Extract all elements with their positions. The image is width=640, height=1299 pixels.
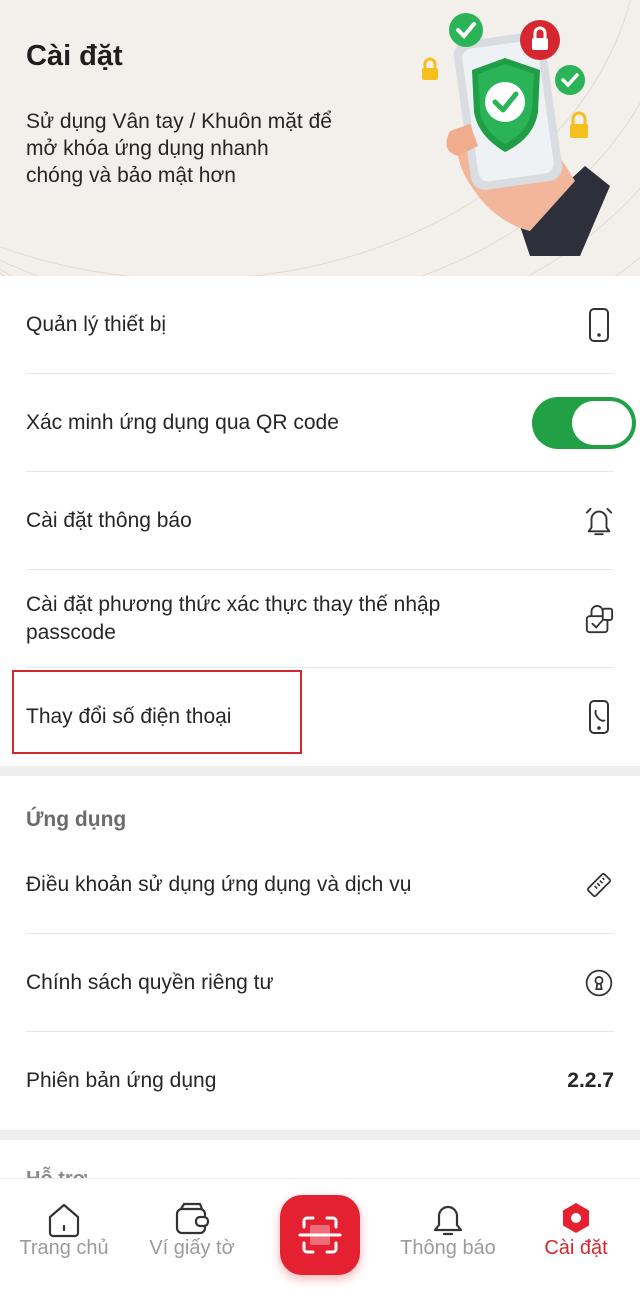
section-separator [0,766,640,776]
page-title: Cài đặt [26,40,123,72]
row-label: Quản lý thiết bị [26,313,167,336]
bell-icon [433,1205,463,1236]
settings-icon [563,1203,589,1233]
alarm-bell-icon [584,501,614,541]
qr-verification-toggle[interactable] [532,397,636,449]
tab-notifications[interactable]: Thông báo [384,1179,512,1299]
tab-wallet[interactable]: Ví giấy tờ [128,1179,256,1299]
bottom-tab-bar: Trang chủ Ví giấy tờ Thông báo Cài đặt [0,1178,640,1299]
scan-icon [298,1216,342,1254]
app-settings-list: Điều khoản sử dụng ứng dụng và dịch vụ C… [0,836,640,1130]
qr-verification-row: Xác minh ứng dụng qua QR code [0,374,640,472]
row-label: Cài đặt thông báo [26,509,192,532]
phone-call-icon [584,697,614,737]
keyhole-icon [584,963,614,1003]
section-separator [0,1130,640,1140]
tab-label: Trang chủ [19,1237,109,1259]
tab-label: Cài đặt [544,1237,608,1259]
page-subtitle: Sử dụng Vân tay / Khuôn mặt để mở khóa ứ… [26,110,332,187]
row-label: Cài đặt phương thức xác thực thay thế nh… [26,593,441,644]
notification-settings-row[interactable]: Cài đặt thông báo [0,472,640,570]
toggle-knob [572,401,632,445]
security-phone-illustration [422,13,610,256]
manage-devices-row[interactable]: Quản lý thiết bị [0,276,640,374]
ruler-icon [584,865,614,905]
app-section-title: Ứng dụng [26,808,127,831]
phone-icon [584,305,614,345]
lock-check-icon [584,599,614,639]
row-label: Chính sách quyền riêng tư [26,971,274,994]
privacy-policy-row[interactable]: Chính sách quyền riêng tư [0,934,640,1032]
scan-button[interactable] [280,1195,360,1275]
wallet-icon [175,1202,210,1235]
highlight-box [12,670,302,754]
row-label: Phiên bản ứng dụng [26,1069,217,1092]
app-version-value: 2.2.7 [567,1069,614,1092]
tab-settings[interactable]: Cài đặt [512,1179,640,1299]
alternative-auth-row[interactable]: Cài đặt phương thức xác thực thay thế nh… [0,570,640,668]
terms-of-use-row[interactable]: Điều khoản sử dụng ứng dụng và dịch vụ [0,836,640,934]
tab-label: Thông báo [400,1237,496,1259]
settings-header-banner: Cài đặt Sử dụng Vân tay / Khuôn mặt để m… [0,0,640,276]
app-version-row: Phiên bản ứng dụng 2.2.7 [0,1032,640,1130]
tab-home[interactable]: Trang chủ [0,1179,128,1299]
home-icon [48,1203,80,1238]
row-label: Điều khoản sử dụng ứng dụng và dịch vụ [26,873,412,896]
row-label: Xác minh ứng dụng qua QR code [26,411,339,434]
tab-label: Ví giấy tờ [149,1237,235,1259]
